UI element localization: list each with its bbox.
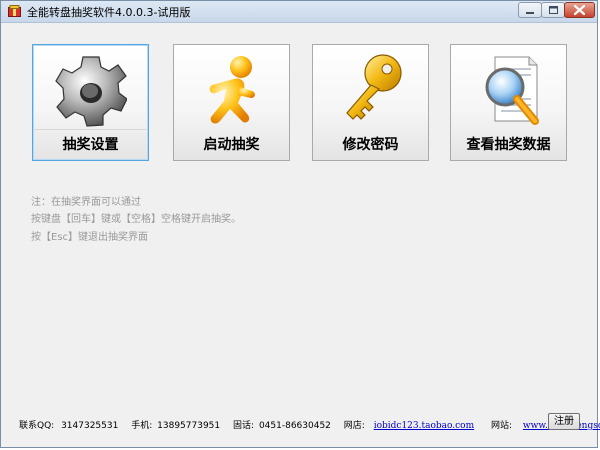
- tile-lottery-settings[interactable]: 抽奖设置: [32, 44, 149, 161]
- tile-label: 启动抽奖: [203, 137, 260, 153]
- main-window: 全能转盘抽奖软件4.0.0.3-试用版 抽奖设置 启动抽奖 修改密码 查看抽奖数…: [0, 0, 600, 448]
- window-title: 全能转盘抽奖软件4.0.0.3-试用版: [27, 6, 191, 19]
- maximize-button[interactable]: [541, 2, 565, 18]
- gear-icon: [55, 56, 127, 127]
- maximize-icon: [549, 6, 558, 14]
- tile-label: 抽奖设置: [33, 129, 148, 160]
- phone-label: 手机:: [131, 421, 153, 431]
- tile-change-password[interactable]: 修改密码: [312, 44, 429, 161]
- shop-link[interactable]: iobidc123.taobao.com: [374, 421, 474, 431]
- tile-label: 查看抽奖数据: [466, 137, 551, 153]
- key-icon: [346, 54, 402, 120]
- note-line-3: 按【Esc】键退出抽奖界面: [31, 232, 149, 243]
- tile-view-lottery-data[interactable]: 查看抽奖数据: [450, 44, 567, 161]
- tel-value: 0451-86630452: [258, 421, 331, 431]
- note-line-2: 按键盘【回车】键或【空格】空格键开启抽奖。: [31, 214, 241, 225]
- note-line-1: 注：在抽奖界面可以通过: [31, 197, 141, 208]
- magnifier-document-icon: [485, 56, 539, 125]
- app-icon: [8, 5, 21, 17]
- tile-start-lottery[interactable]: 启动抽奖: [173, 44, 290, 161]
- contact-footer: 联系QQ: 3147325531 手机: 13895773951 固话: 045…: [19, 418, 600, 431]
- site-label: 网站:: [491, 421, 513, 431]
- tel-label: 固话:: [233, 421, 255, 431]
- shop-label: 网店:: [343, 421, 365, 431]
- minimize-icon: [526, 12, 534, 14]
- qq-value: 3147325531: [61, 421, 119, 431]
- close-button[interactable]: [564, 2, 595, 18]
- qq-label: 联系QQ:: [19, 421, 55, 431]
- tile-label: 修改密码: [342, 137, 399, 153]
- phone-value: 13895773951: [157, 421, 221, 431]
- title-bar[interactable]: 全能转盘抽奖软件4.0.0.3-试用版: [1, 1, 597, 23]
- register-button[interactable]: 注册: [548, 413, 580, 430]
- close-icon: [573, 4, 586, 16]
- minimize-button[interactable]: [518, 2, 542, 18]
- running-man-icon: [209, 56, 255, 124]
